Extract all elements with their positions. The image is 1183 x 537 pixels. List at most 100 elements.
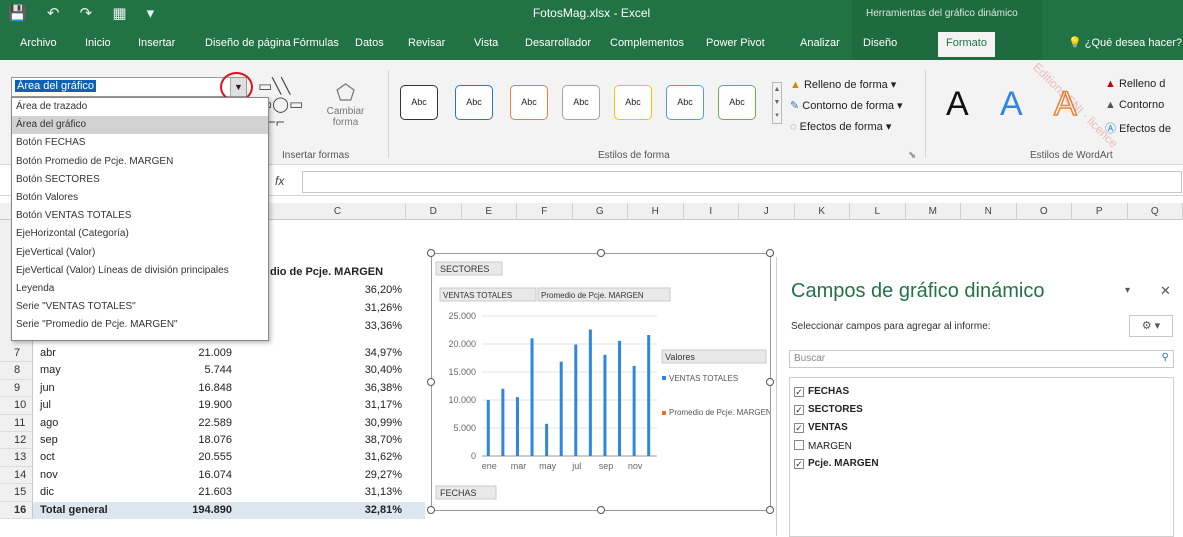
checkbox[interactable]: ✓ — [794, 387, 804, 397]
formula-input[interactable] — [302, 171, 1182, 193]
tab-datos[interactable]: Datos — [355, 37, 384, 49]
cell-ventas[interactable]: 5.744 — [120, 362, 232, 379]
checkbox[interactable]: ✓ — [794, 423, 804, 433]
tab-power-pivot[interactable]: Power Pivot — [706, 37, 765, 49]
cell-ventas[interactable]: 20.555 — [120, 449, 232, 466]
cell-margen[interactable]: 29,27% — [260, 467, 402, 484]
cell-ventas[interactable]: 19.900 — [120, 397, 232, 414]
bar-ventas-feb[interactable] — [501, 389, 504, 456]
shape-style-7[interactable]: Abc — [718, 85, 756, 120]
cell-margen[interactable]: 34,97% — [260, 345, 402, 362]
resize-handle[interactable] — [427, 378, 435, 386]
cell-ventas[interactable]: 21.603 — [120, 484, 232, 501]
bar-ventas-abr[interactable] — [531, 338, 534, 456]
dropdown-item[interactable]: Botón Valores — [12, 189, 268, 207]
dropdown-item[interactable]: Botón Promedio de Pcje. MARGEN — [12, 153, 268, 171]
dropdown-item[interactable]: EjeVertical (Valor) Líneas de división p… — [12, 262, 268, 280]
row-number[interactable]: 11 — [0, 415, 33, 432]
field-item[interactable]: ✓Pcje. MARGEN — [794, 458, 879, 469]
column-header-h[interactable]: H — [628, 203, 684, 220]
column-header-k[interactable]: K — [795, 203, 851, 220]
field-item[interactable]: ✓VENTAS — [794, 422, 848, 433]
dropdown-item[interactable]: Área de trazado — [12, 98, 268, 116]
tab-insertar[interactable]: Insertar — [138, 37, 175, 49]
column-header-d[interactable]: D — [406, 203, 462, 220]
tab-revisar[interactable]: Revisar — [408, 37, 445, 49]
wordart-style-2[interactable]: A — [1000, 85, 1023, 124]
checkbox[interactable]: ✓ — [794, 459, 804, 469]
pane-options-icon[interactable]: ▾ — [1125, 285, 1130, 296]
cell-margen[interactable]: 36,38% — [260, 380, 402, 397]
cell-month[interactable]: nov — [40, 467, 58, 484]
cell-margen-1[interactable]: 36,20% — [290, 284, 402, 296]
bar-ventas-may[interactable] — [545, 424, 548, 456]
column-header-p[interactable]: P — [1072, 203, 1128, 220]
cell-total-label[interactable]: Total general — [40, 502, 108, 519]
column-header-f[interactable]: F — [517, 203, 573, 220]
column-header-n[interactable]: N — [961, 203, 1017, 220]
resize-handle[interactable] — [427, 506, 435, 514]
cell-margen[interactable]: 30,40% — [260, 362, 402, 379]
dropdown-item[interactable]: Área del gráfico — [12, 116, 268, 134]
cell-margen-2[interactable]: 31,26% — [290, 302, 402, 314]
chart-elements-dropdown[interactable]: Área de trazadoÁrea del gráficoBotón FEC… — [11, 97, 269, 341]
fx-icon[interactable]: fx — [275, 174, 284, 188]
dropdown-item[interactable]: Botón FECHAS — [12, 134, 268, 152]
bar-ventas-jul[interactable] — [574, 345, 577, 456]
tab-analizar[interactable]: Analizar — [800, 37, 840, 49]
shape-style-5[interactable]: Abc — [614, 85, 652, 120]
column-header-o[interactable]: O — [1017, 203, 1073, 220]
column-header-m[interactable]: M — [906, 203, 962, 220]
tab-fórmulas[interactable]: Fórmulas — [293, 37, 339, 49]
resize-handle[interactable] — [766, 378, 774, 386]
cell-month[interactable]: may — [40, 362, 61, 379]
row-number[interactable]: 8 — [0, 362, 33, 379]
cell-month[interactable]: abr — [40, 345, 56, 362]
cell-ventas[interactable]: 18.076 — [120, 432, 232, 449]
cell-month[interactable]: jun — [40, 380, 55, 397]
row-number[interactable]: 13 — [0, 449, 33, 466]
column-header-j[interactable]: J — [739, 203, 795, 220]
cell-total-margen[interactable]: 32,81% — [260, 502, 402, 519]
dropdown-item[interactable]: Serie "Promedio de Pcje. MARGEN" — [12, 316, 268, 334]
cell-month[interactable]: sep — [40, 432, 58, 449]
efectos-forma-button[interactable]: ◌ Efectos de forma ▾ — [790, 120, 891, 133]
cambiar-forma-button[interactable]: ⬠ Cambiar forma — [318, 80, 373, 128]
resize-handle[interactable] — [427, 249, 435, 257]
search-input[interactable]: Buscar ⚲ — [789, 350, 1174, 368]
tab-archivo[interactable]: Archivo — [20, 37, 57, 49]
efectos-texto-button[interactable]: Ⓐ Efectos de — [1105, 120, 1171, 136]
relleno-texto-button[interactable]: ▲ Relleno d — [1105, 78, 1165, 90]
pivot-header-margen[interactable]: dio de Pcje. MARGEN — [270, 266, 410, 278]
dropdown-item[interactable]: EjeVertical (Valor) — [12, 244, 268, 262]
cell-margen[interactable]: 31,62% — [260, 449, 402, 466]
dropdown-item[interactable]: Leyenda — [12, 280, 268, 298]
row-number[interactable]: 15 — [0, 484, 33, 501]
tab-vista[interactable]: Vista — [474, 37, 498, 49]
cell-month[interactable]: oct — [40, 449, 55, 466]
resize-handle[interactable] — [766, 249, 774, 257]
tab-diseño[interactable]: Diseño — [863, 37, 897, 49]
cell-margen[interactable]: 38,70% — [260, 432, 402, 449]
column-header-e[interactable]: E — [462, 203, 518, 220]
close-icon[interactable]: ✕ — [1160, 283, 1171, 299]
resize-handle[interactable] — [766, 506, 774, 514]
shape-style-2[interactable]: Abc — [455, 85, 493, 120]
column-header-l[interactable]: L — [850, 203, 906, 220]
cell-margen[interactable]: 31,13% — [260, 484, 402, 501]
bar-ventas-sep[interactable] — [603, 355, 606, 456]
column-header-q[interactable]: Q — [1128, 203, 1183, 220]
row-number[interactable]: 10 — [0, 397, 33, 414]
dropdown-item[interactable]: EjeHorizontal (Categoría) — [12, 225, 268, 243]
column-header-g[interactable]: G — [573, 203, 629, 220]
dropdown-item[interactable]: Serie "VENTAS TOTALES" — [12, 298, 268, 316]
field-item[interactable]: ✓FECHAS — [794, 386, 849, 397]
tell-me-box[interactable]: 💡 ¿Qué desea hacer? — [1068, 36, 1182, 49]
gear-icon[interactable]: ⚙ ▾ — [1129, 315, 1173, 337]
row-number[interactable]: 12 — [0, 432, 33, 449]
cell-month[interactable]: jul — [40, 397, 51, 414]
row-number[interactable]: 7 — [0, 345, 33, 362]
shape-style-1[interactable]: Abc — [400, 85, 438, 120]
bar-ventas-oct[interactable] — [618, 341, 621, 456]
cell-ventas[interactable]: 16.848 — [120, 380, 232, 397]
